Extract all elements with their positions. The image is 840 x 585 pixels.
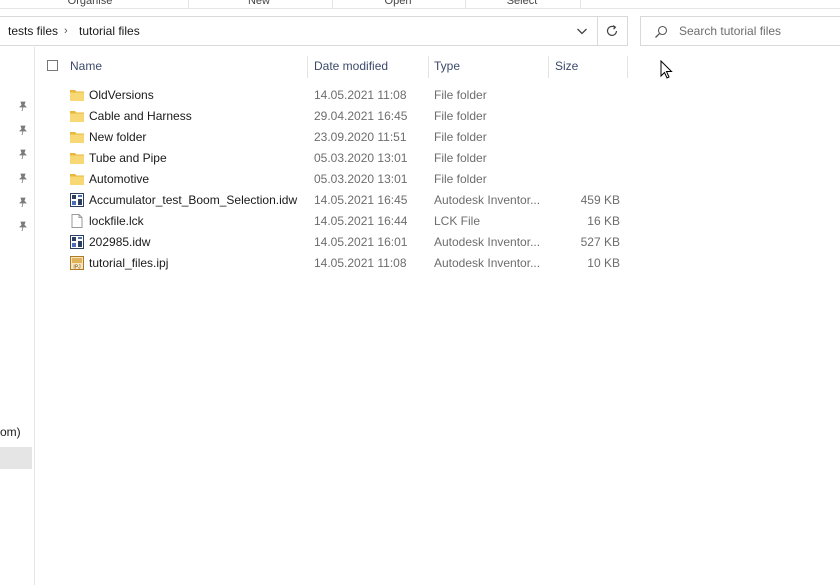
file-size: 10 KB [587, 256, 620, 270]
search-box[interactable] [640, 16, 840, 46]
column-header-name[interactable]: Name [70, 56, 102, 76]
file-date-modified: 14.05.2021 11:08 [314, 256, 407, 270]
pin-icon[interactable] [17, 124, 29, 136]
file-name[interactable]: Tube and Pipe [89, 148, 311, 169]
file-name[interactable]: lockfile.lck [89, 211, 311, 232]
file-row[interactable]: OldVersions 14.05.2021 11:08 File folder [36, 85, 628, 106]
navigation-pane[interactable]: om) [0, 47, 35, 585]
pin-icon[interactable] [17, 100, 29, 112]
folder-icon [70, 111, 84, 122]
ribbon-group-new: New [247, 0, 271, 7]
breadcrumb-tutorial-files[interactable]: tutorial files [79, 17, 140, 45]
file-row[interactable]: 202985.idw 14.05.2021 16:01 Autodesk Inven… [36, 232, 628, 253]
pin-icon[interactable] [17, 196, 29, 208]
file-date-modified: 14.05.2021 16:01 [314, 235, 408, 249]
file-date-modified: 05.03.2020 13:01 [314, 172, 408, 186]
file-date-modified: 14.05.2021 11:08 [314, 88, 407, 102]
nav-item-selected[interactable] [0, 447, 32, 469]
search-input[interactable] [679, 22, 839, 40]
column-header-size[interactable]: Size [555, 56, 578, 76]
svg-text:IPJ: IPJ [73, 265, 81, 271]
ipj-file-icon: IPJ [70, 256, 84, 271]
pin-icon[interactable] [17, 148, 29, 160]
file-row[interactable]: lockfile.lck 14.05.2021 16:44 LCK File 16 K… [36, 211, 628, 232]
chevron-down-icon[interactable] [574, 23, 590, 39]
select-all-checkbox[interactable] [47, 60, 58, 71]
column-divider[interactable] [428, 56, 429, 78]
file-size: 16 KB [587, 214, 620, 228]
breadcrumb-tests-files[interactable]: tests files [8, 17, 58, 45]
file-type: Autodesk Inventor... [434, 193, 541, 207]
column-divider[interactable] [307, 56, 308, 78]
pin-icon[interactable] [17, 172, 29, 184]
address-bar[interactable]: tests files › tutorial files [0, 16, 598, 46]
file-name[interactable]: New folder [89, 127, 311, 148]
file-size: 459 KB [580, 193, 620, 207]
mouse-cursor-icon [660, 60, 673, 79]
column-header-date[interactable]: Date modified [314, 56, 388, 76]
file-name[interactable]: Automotive [89, 169, 311, 190]
file-date-modified: 14.05.2021 16:44 [314, 214, 408, 228]
file-type: File folder [434, 88, 487, 102]
file-date-modified: 29.04.2021 16:45 [314, 109, 408, 123]
file-type: File folder [434, 130, 487, 144]
file-name[interactable]: tutorial_files.ipj [89, 253, 311, 274]
file-date-modified: 14.05.2021 16:45 [314, 193, 408, 207]
file-date-modified: 05.03.2020 13:01 [314, 151, 408, 165]
nav-item-partial[interactable]: om) [0, 425, 21, 439]
file-name[interactable]: Cable and Harness [89, 106, 311, 127]
file-row[interactable]: IPJ tutorial_files.ipj 14.05.2021 11:08 Aut… [36, 253, 628, 274]
ribbon-separator [465, 0, 466, 8]
refresh-button[interactable] [598, 16, 628, 46]
folder-icon [70, 153, 84, 164]
file-row[interactable]: Accumulator_test_Boom_Selection.idw 14.05… [36, 190, 628, 211]
file-row[interactable]: Automotive 05.03.2020 13:01 File folder [36, 169, 628, 190]
ribbon-group-open: Open [384, 0, 412, 7]
column-header-type[interactable]: Type [434, 56, 460, 76]
file-row[interactable]: New folder 23.09.2020 11:51 File folder [36, 127, 628, 148]
pin-icon[interactable] [17, 220, 29, 232]
ribbon-separator [580, 0, 581, 8]
file-row[interactable]: Tube and Pipe 05.03.2020 13:01 File folder [36, 148, 628, 169]
refresh-icon [606, 25, 618, 36]
file-type: LCK File [434, 214, 481, 228]
file-name[interactable]: OldVersions [89, 85, 311, 106]
folder-icon [70, 174, 84, 185]
ribbon-group-select: Select [506, 0, 538, 7]
folder-icon [70, 90, 84, 101]
file-type: File folder [434, 109, 487, 123]
ribbon-group-organise: Organise [67, 0, 113, 7]
column-divider[interactable] [548, 56, 549, 78]
file-type: File folder [434, 151, 487, 165]
idw-file-icon [70, 235, 84, 249]
folder-icon [70, 132, 84, 143]
file-type: Autodesk Inventor... [434, 235, 541, 249]
blank-file-icon [71, 214, 83, 228]
file-name[interactable]: Accumulator_test_Boom_Selection.idw [89, 190, 311, 211]
file-name[interactable]: 202985.idw [89, 232, 311, 253]
chevron-right-icon[interactable]: › [64, 17, 68, 45]
ribbon-strip: Organise New Open Select [0, 0, 840, 9]
file-row[interactable]: Cable and Harness 29.04.2021 16:45 File fo… [36, 106, 628, 127]
file-type: File folder [434, 172, 487, 186]
column-divider[interactable] [627, 56, 628, 78]
idw-file-icon [70, 193, 84, 207]
ribbon-separator [188, 0, 189, 8]
file-size: 527 KB [580, 235, 620, 249]
file-date-modified: 23.09.2020 11:51 [314, 130, 407, 144]
search-icon [655, 25, 668, 38]
ribbon-separator [332, 0, 333, 8]
file-type: Autodesk Inventor... [434, 256, 541, 270]
